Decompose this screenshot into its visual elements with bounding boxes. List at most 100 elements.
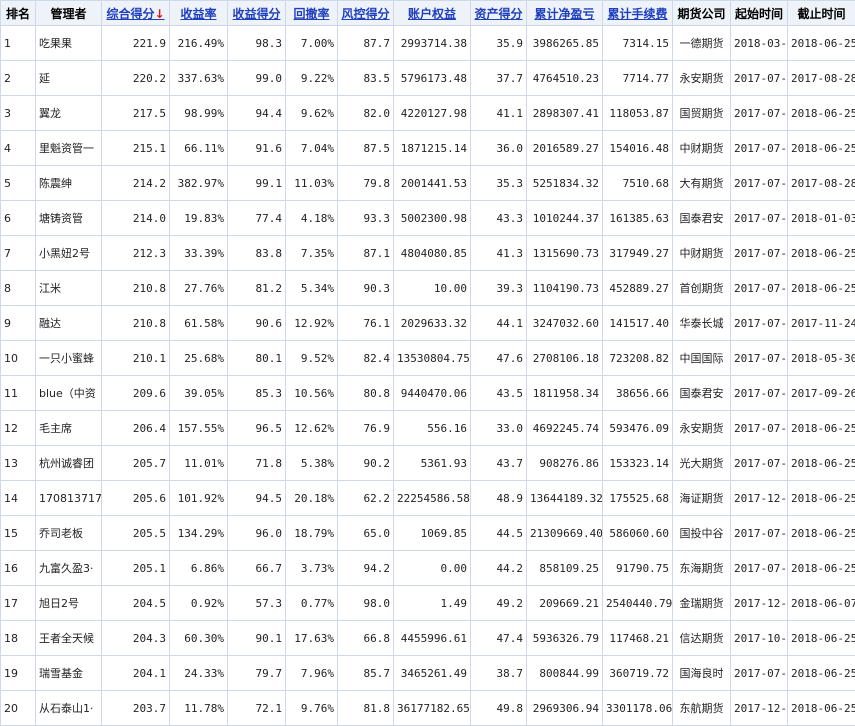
end-date-cell: 2018-06-25	[788, 26, 855, 61]
table-row[interactable]: 20从石泰山1·203.711.78%72.19.76%81.836177182…	[1, 691, 855, 726]
return-score-cell: 96.5	[228, 411, 286, 446]
drawdown-cell: 9.62%	[286, 96, 338, 131]
end-date-cell: 2018-06-25	[788, 236, 855, 271]
composite-cell: 206.4	[102, 411, 170, 446]
table-row[interactable]: 7小黑妞2号212.333.39%83.87.35%87.14804080.85…	[1, 236, 855, 271]
risk-score-cell: 65.0	[338, 516, 394, 551]
table-row[interactable]: 8江米210.827.76%81.25.34%90.310.0039.31104…	[1, 271, 855, 306]
manager-cell: 陈震绅	[36, 166, 102, 201]
return-rate-cell: 337.63%	[170, 61, 228, 96]
net-profit-cell: 1010244.37	[527, 201, 603, 236]
fees-cell: 175525.68	[603, 481, 673, 516]
col-fees[interactable]: 累计手续费	[603, 1, 673, 26]
sort-desc-icon: ↓	[154, 7, 164, 21]
composite-cell: 220.2	[102, 61, 170, 96]
company-cell: 中国国际	[673, 341, 731, 376]
return-rate-cell: 11.01%	[170, 446, 228, 481]
company-cell: 金瑞期货	[673, 586, 731, 621]
table-row[interactable]: 19瑞雪基金204.124.33%79.77.96%85.73465261.49…	[1, 656, 855, 691]
fees-cell: 452889.27	[603, 271, 673, 306]
net-profit-cell: 2016589.27	[527, 131, 603, 166]
company-cell: 海证期货	[673, 481, 731, 516]
drawdown-cell: 18.79%	[286, 516, 338, 551]
table-row[interactable]: 10一只小蜜蜂210.125.68%80.19.52%82.413530804.…	[1, 341, 855, 376]
table-row[interactable]: 11blue（中资209.639.05%85.310.56%80.8944047…	[1, 376, 855, 411]
return-score-cell: 81.2	[228, 271, 286, 306]
fees-cell: 317949.27	[603, 236, 673, 271]
composite-cell: 210.8	[102, 306, 170, 341]
fees-cell: 38656.66	[603, 376, 673, 411]
table-row[interactable]: 17旭日2号204.50.92%57.30.77%98.01.4949.2209…	[1, 586, 855, 621]
return-score-cell: 71.8	[228, 446, 286, 481]
table-row[interactable]: 4里魁资管一215.166.11%91.67.04%87.51871215.14…	[1, 131, 855, 166]
start-date-cell: 2017-07-03	[731, 201, 788, 236]
table-row[interactable]: 9融达210.861.58%90.612.92%76.12029633.3244…	[1, 306, 855, 341]
col-company: 期货公司	[673, 1, 731, 26]
col-equity[interactable]: 账户权益	[394, 1, 471, 26]
equity-cell: 0.00	[394, 551, 471, 586]
asset-score-cell: 43.3	[471, 201, 527, 236]
end-date-cell: 2018-06-25	[788, 411, 855, 446]
equity-cell: 4455996.61	[394, 621, 471, 656]
table-row[interactable]: 2延220.2337.63%99.09.22%83.55796173.4837.…	[1, 61, 855, 96]
rank-cell: 1	[1, 26, 36, 61]
company-cell: 国泰君安	[673, 201, 731, 236]
table-row[interactable]: 13杭州诚睿团205.711.01%71.85.38%90.25361.9343…	[1, 446, 855, 481]
return-rate-cell: 382.97%	[170, 166, 228, 201]
asset-score-cell: 39.3	[471, 271, 527, 306]
start-date-cell: 2017-07-03	[731, 96, 788, 131]
table-row[interactable]: 18王者全天候204.360.30%90.117.63%66.84455996.…	[1, 621, 855, 656]
col-return-rate[interactable]: 收益率	[170, 1, 228, 26]
composite-cell: 204.5	[102, 586, 170, 621]
table-row[interactable]: 6塘铸资管214.019.83%77.44.18%93.35002300.984…	[1, 201, 855, 236]
net-profit-cell: 5251834.32	[527, 166, 603, 201]
manager-cell: 旭日2号	[36, 586, 102, 621]
return-score-cell: 94.4	[228, 96, 286, 131]
return-rate-cell: 216.49%	[170, 26, 228, 61]
table-row[interactable]: 12毛主席206.4157.55%96.512.62%76.9556.1633.…	[1, 411, 855, 446]
return-rate-cell: 25.68%	[170, 341, 228, 376]
asset-score-cell: 44.5	[471, 516, 527, 551]
end-date-cell: 2018-06-25	[788, 446, 855, 481]
table-row[interactable]: 16九富久盈3·205.16.86%66.73.73%94.20.0044.28…	[1, 551, 855, 586]
col-net-profit[interactable]: 累计净盈亏	[527, 1, 603, 26]
composite-cell: 214.0	[102, 201, 170, 236]
end-date-cell: 2018-06-25	[788, 551, 855, 586]
return-rate-cell: 39.05%	[170, 376, 228, 411]
net-profit-cell: 5936326.79	[527, 621, 603, 656]
table-row[interactable]: 15乔司老板205.5134.29%96.018.79%65.01069.854…	[1, 516, 855, 551]
table-row[interactable]: 1吃果果221.9216.49%98.37.00%87.72993714.383…	[1, 26, 855, 61]
company-cell: 一德期货	[673, 26, 731, 61]
asset-score-cell: 41.3	[471, 236, 527, 271]
col-drawdown[interactable]: 回撤率	[286, 1, 338, 26]
fees-cell: 7314.15	[603, 26, 673, 61]
start-date-cell: 2017-07-03	[731, 131, 788, 166]
net-profit-cell: 4692245.74	[527, 411, 603, 446]
col-composite-score[interactable]: 综合得分↓	[102, 1, 170, 26]
net-profit-cell: 2898307.41	[527, 96, 603, 131]
drawdown-cell: 17.63%	[286, 621, 338, 656]
composite-cell: 205.6	[102, 481, 170, 516]
manager-cell: 江米	[36, 271, 102, 306]
col-return-score[interactable]: 收益得分	[228, 1, 286, 26]
col-asset-score[interactable]: 资产得分	[471, 1, 527, 26]
rank-cell: 6	[1, 201, 36, 236]
manager-cell: 吃果果	[36, 26, 102, 61]
col-risk-score[interactable]: 风控得分	[338, 1, 394, 26]
net-profit-cell: 13644189.32	[527, 481, 603, 516]
asset-score-cell: 35.9	[471, 26, 527, 61]
manager-cell: 小黑妞2号	[36, 236, 102, 271]
table-row[interactable]: 5陈震绅214.2382.97%99.111.03%79.82001441.53…	[1, 166, 855, 201]
table-row[interactable]: 14170813717:205.6101.92%94.520.18%62.222…	[1, 481, 855, 516]
fees-cell: 2540440.79	[603, 586, 673, 621]
risk-score-cell: 66.8	[338, 621, 394, 656]
start-date-cell: 2017-07-03	[731, 551, 788, 586]
net-profit-cell: 908276.86	[527, 446, 603, 481]
table-body: 1吃果果221.9216.49%98.37.00%87.72993714.383…	[1, 26, 855, 726]
drawdown-cell: 9.52%	[286, 341, 338, 376]
composite-cell: 203.7	[102, 691, 170, 726]
asset-score-cell: 37.7	[471, 61, 527, 96]
equity-cell: 4220127.98	[394, 96, 471, 131]
table-row[interactable]: 3翼龙217.598.99%94.49.62%82.04220127.9841.…	[1, 96, 855, 131]
end-date-cell: 2017-08-28	[788, 61, 855, 96]
